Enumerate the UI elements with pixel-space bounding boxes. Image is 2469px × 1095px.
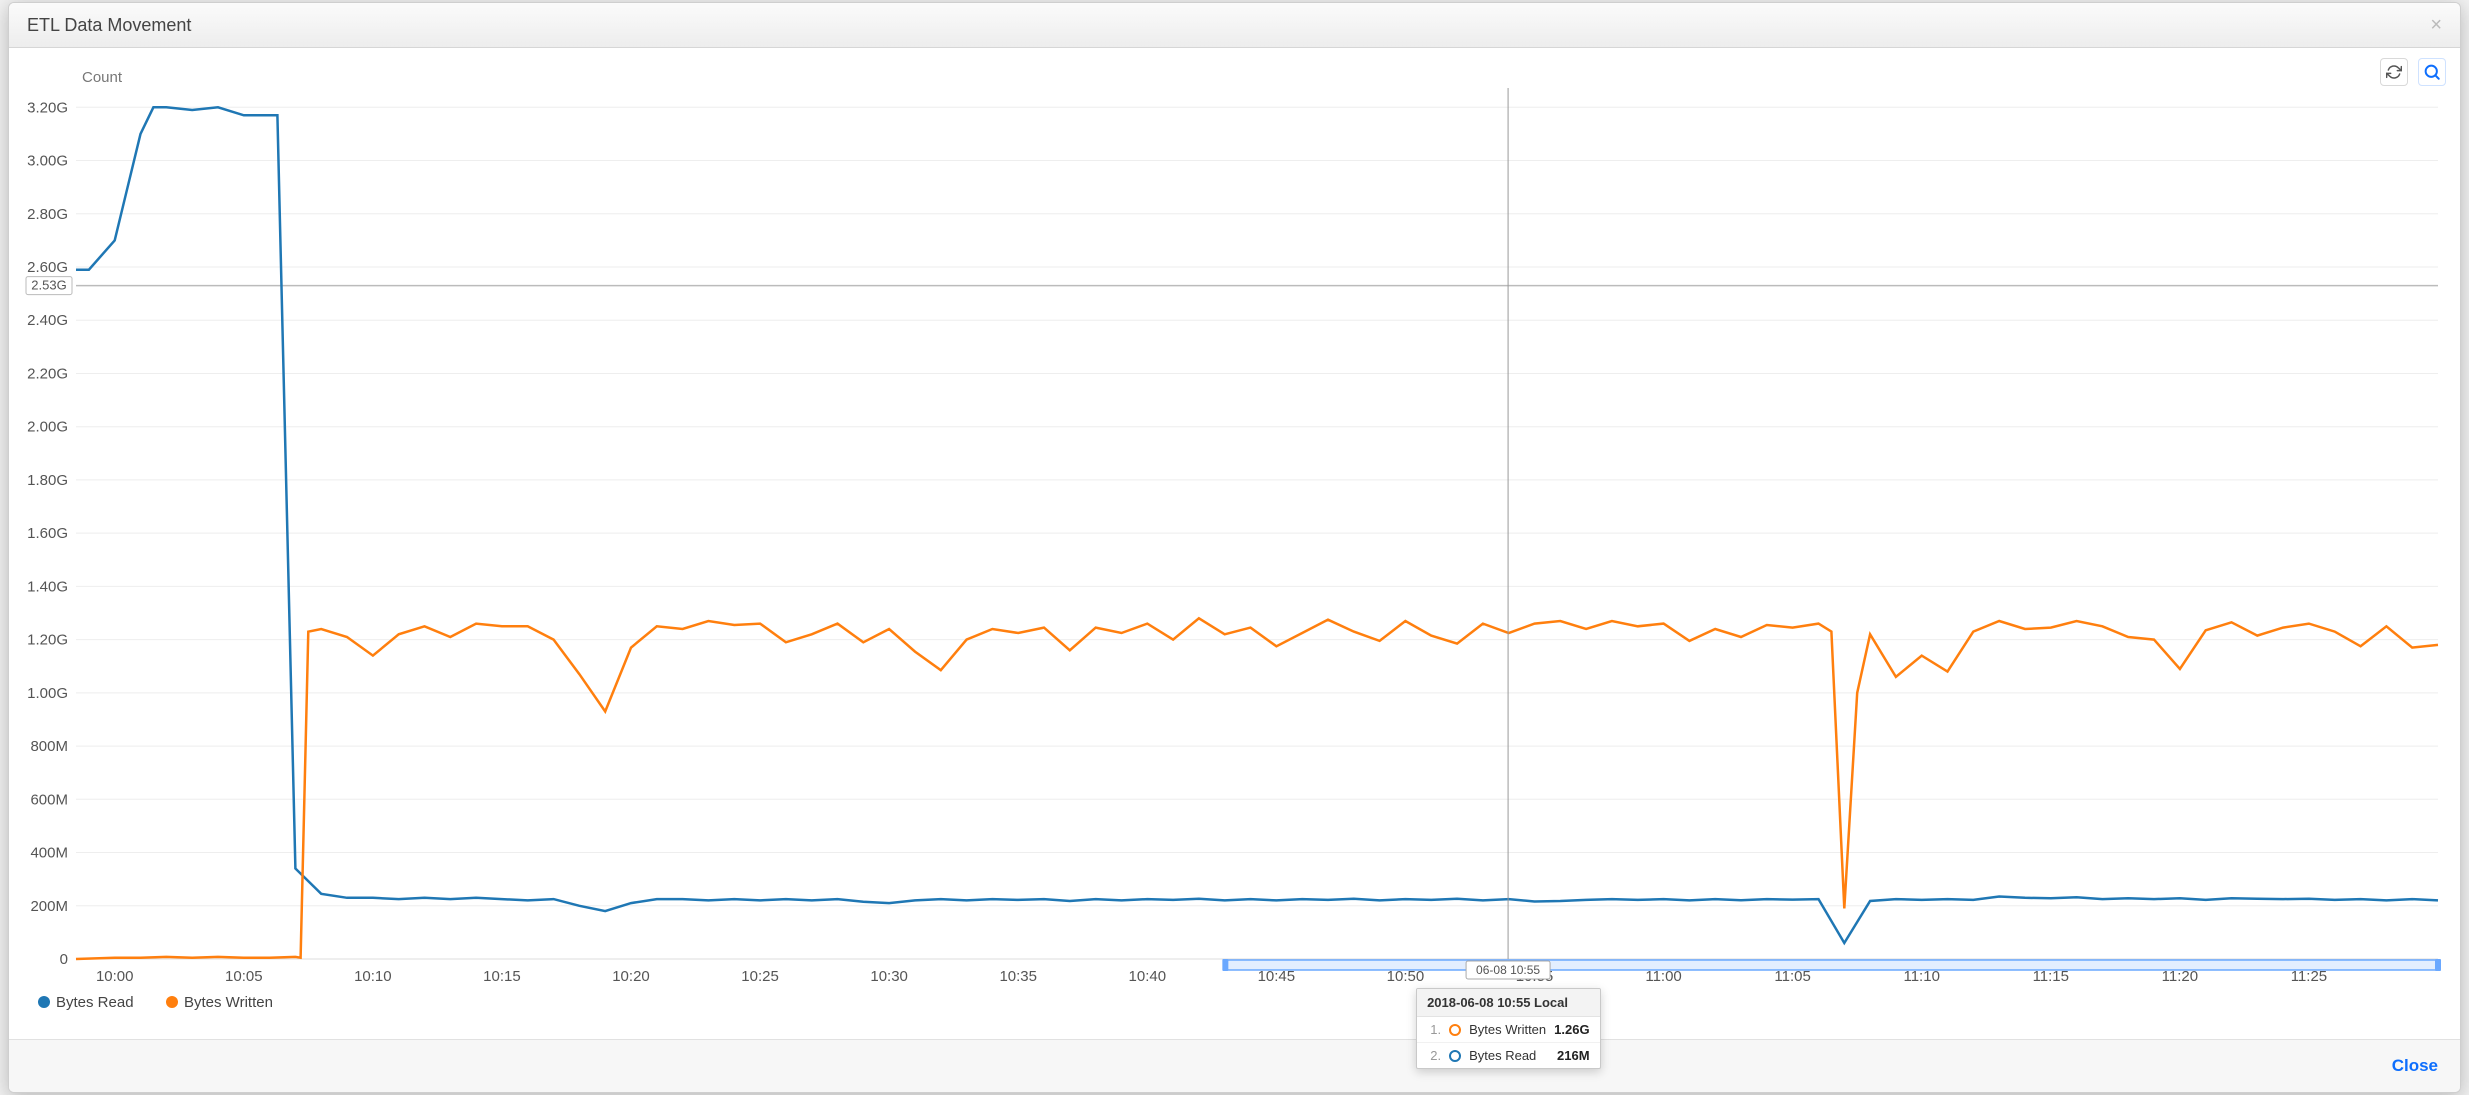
svg-text:1.80G: 1.80G <box>27 472 68 489</box>
tooltip-swatch-icon <box>1449 1024 1461 1036</box>
svg-text:3.20G: 3.20G <box>27 99 68 116</box>
modal-footer: Close <box>9 1039 2460 1092</box>
svg-text:400M: 400M <box>30 845 68 862</box>
svg-text:1.20G: 1.20G <box>27 632 68 649</box>
svg-text:200M: 200M <box>30 898 68 915</box>
modal-close-x[interactable]: × <box>2430 15 2442 35</box>
legend-swatch-icon <box>38 996 50 1008</box>
range-brush[interactable] <box>1225 960 2438 970</box>
svg-text:10:00: 10:00 <box>96 968 134 985</box>
modal-dialog: ETL Data Movement × <box>8 2 2461 1093</box>
legend-label[interactable]: Bytes Read <box>56 994 134 1011</box>
y-axis: 0 200M 400M 600M 800M 1.00G 1.20G 1.40G 1.60G 1.8… <box>27 99 2438 968</box>
svg-text:2.53G: 2.53G <box>31 278 66 293</box>
modal-title: ETL Data Movement <box>27 15 191 36</box>
svg-text:10:40: 10:40 <box>1129 968 1167 985</box>
modal-body: 0 200M 400M 600M 800M 1.00G 1.20G 1.40G 1.60G 1.8… <box>9 48 2460 1039</box>
svg-text:3.00G: 3.00G <box>27 153 68 170</box>
tooltip-row-1: 1. Bytes Written 1.26G <box>1417 1017 1599 1043</box>
refresh-button[interactable] <box>2380 58 2408 86</box>
svg-text:1.40G: 1.40G <box>27 578 68 595</box>
series-bytes-read <box>76 107 2438 943</box>
tooltip-value: 216M <box>1557 1048 1590 1063</box>
svg-text:2.40G: 2.40G <box>27 312 68 329</box>
zoom-icon <box>2423 63 2441 81</box>
brush-handle-left[interactable] <box>1222 959 1228 971</box>
brush-handle-right[interactable] <box>2435 959 2441 971</box>
svg-text:10:35: 10:35 <box>999 968 1037 985</box>
tooltip-row-2: 2. Bytes Read 216M <box>1417 1043 1599 1068</box>
svg-text:600M: 600M <box>30 791 68 808</box>
chart-area[interactable]: 0 200M 400M 600M 800M 1.00G 1.20G 1.40G 1.60G 1.8… <box>21 54 2448 1021</box>
svg-text:10:30: 10:30 <box>870 968 908 985</box>
tooltip-title: 2018-06-08 10:55 Local <box>1417 989 1599 1017</box>
tooltip-series-name: Bytes Written <box>1469 1022 1546 1037</box>
series-bytes-written <box>76 618 2438 959</box>
legend[interactable]: Bytes Read Bytes Written <box>38 994 273 1011</box>
svg-text:2.80G: 2.80G <box>27 206 68 223</box>
svg-text:10:25: 10:25 <box>741 968 779 985</box>
zoom-button[interactable] <box>2418 58 2446 86</box>
svg-text:2.20G: 2.20G <box>27 365 68 382</box>
svg-text:10:20: 10:20 <box>612 968 650 985</box>
svg-text:2.60G: 2.60G <box>27 259 68 276</box>
svg-text:10:05: 10:05 <box>225 968 263 985</box>
svg-text:800M: 800M <box>30 738 68 755</box>
svg-text:1.00G: 1.00G <box>27 685 68 702</box>
svg-text:Count: Count <box>82 69 123 86</box>
chart-tooltip: 2018-06-08 10:55 Local 1. Bytes Written … <box>1416 988 1600 1069</box>
tooltip-idx: 2. <box>1427 1048 1441 1063</box>
close-button[interactable]: Close <box>2392 1056 2438 1076</box>
refresh-icon <box>2386 64 2402 80</box>
chart-svg[interactable]: 0 200M 400M 600M 800M 1.00G 1.20G 1.40G 1.60G 1.8… <box>21 54 2448 1021</box>
tooltip-value: 1.26G <box>1554 1022 1589 1037</box>
svg-text:0: 0 <box>60 951 68 968</box>
legend-label[interactable]: Bytes Written <box>184 994 273 1011</box>
tooltip-series-name: Bytes Read <box>1469 1048 1549 1063</box>
tooltip-idx: 1. <box>1427 1022 1441 1037</box>
svg-text:10:10: 10:10 <box>354 968 392 985</box>
legend-swatch-icon <box>166 996 178 1008</box>
svg-text:10:15: 10:15 <box>483 968 521 985</box>
svg-text:1.60G: 1.60G <box>27 525 68 542</box>
svg-text:2.00G: 2.00G <box>27 419 68 436</box>
svg-text:06-08 10:55: 06-08 10:55 <box>1476 963 1540 977</box>
modal-header: ETL Data Movement × <box>9 3 2460 48</box>
chart-toolbar <box>2380 58 2446 86</box>
tooltip-swatch-icon <box>1449 1050 1461 1062</box>
